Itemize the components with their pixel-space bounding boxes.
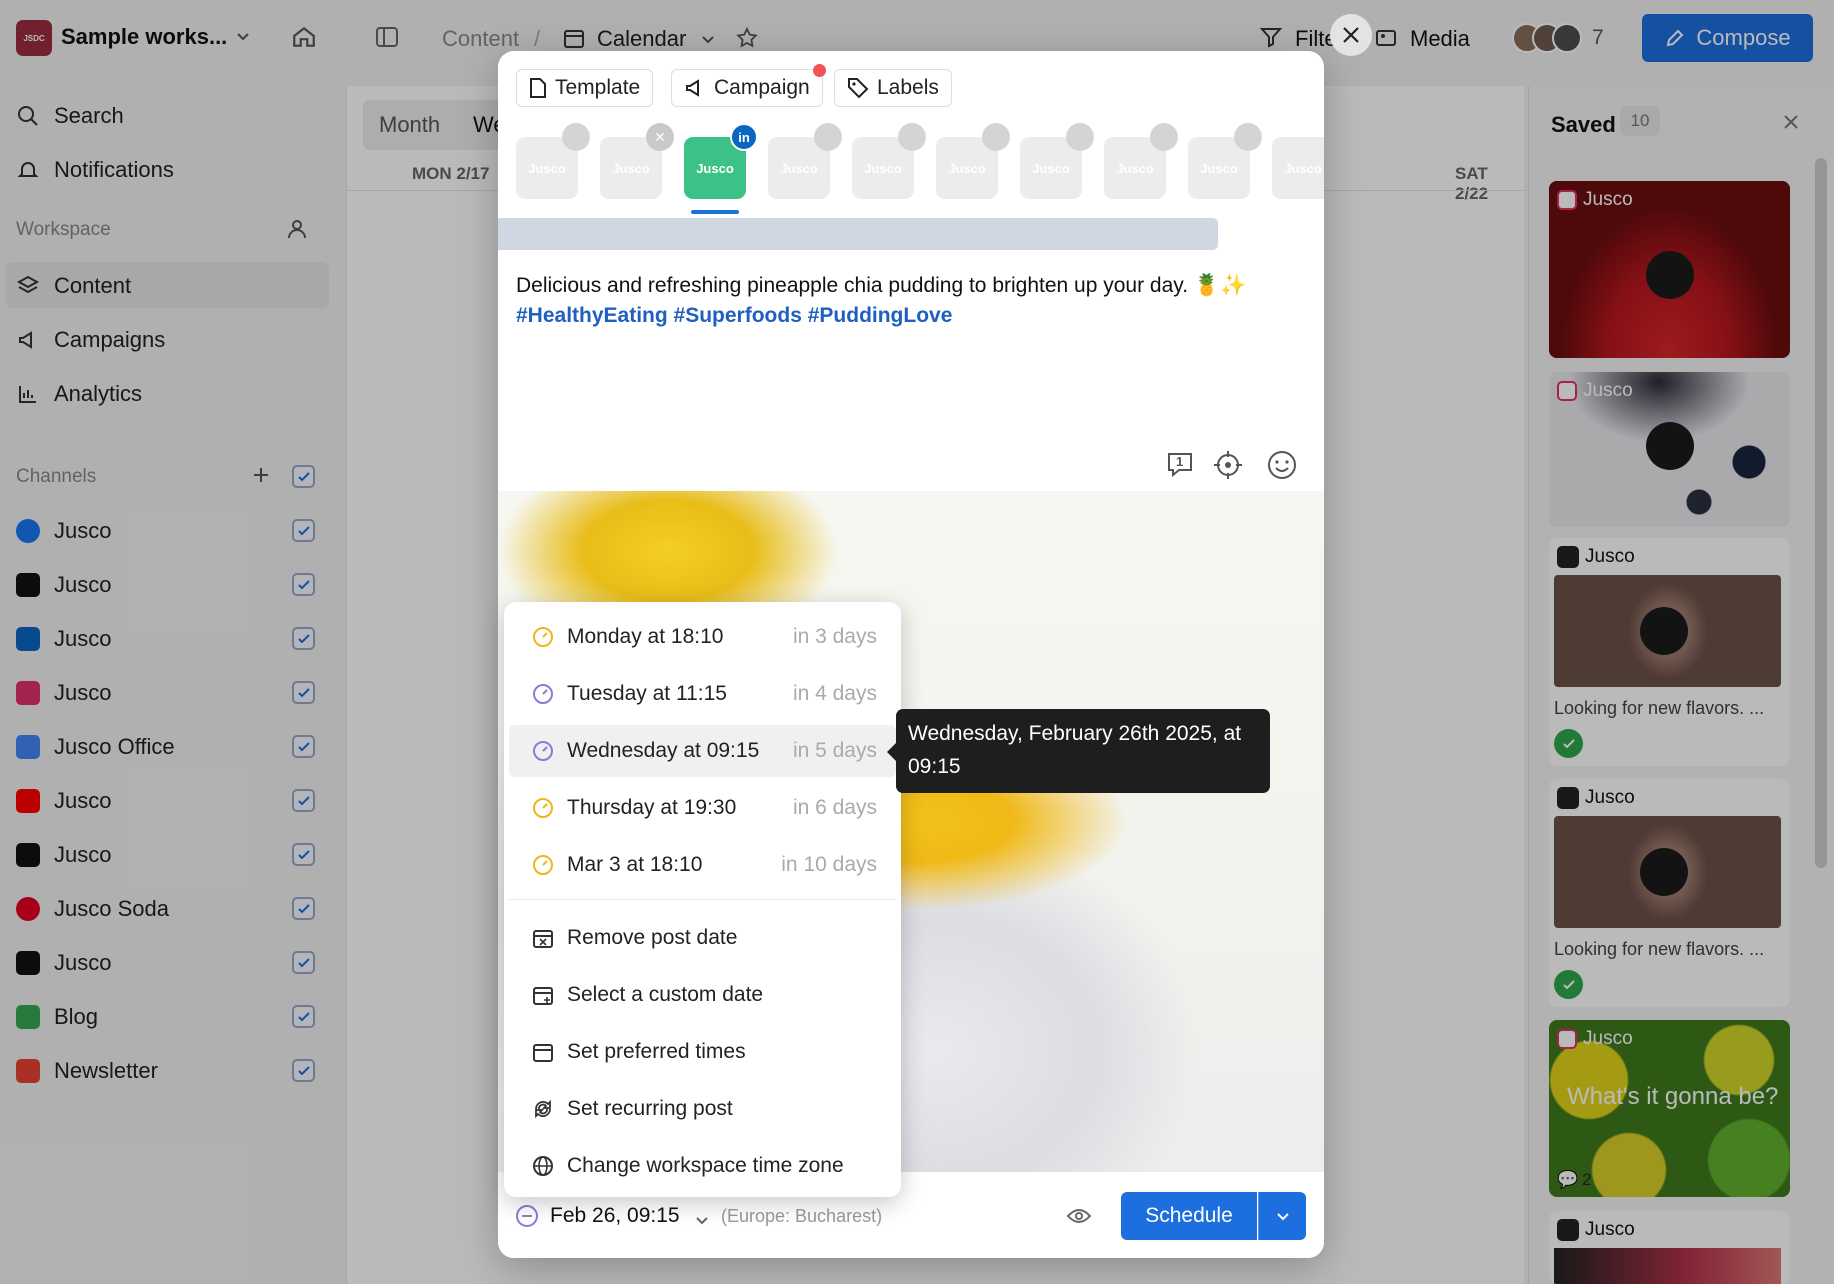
suggested-time-option[interactable]: Thursday at 19:30 in 6 days [509,782,896,834]
clock-icon [531,739,555,763]
youtube-icon [982,123,1010,151]
facebook-icon [562,123,590,151]
template-chip[interactable]: Template [516,69,654,107]
schedule-button[interactable]: Schedule [1121,1192,1257,1240]
date-action-label: Change workspace time zone [567,1154,844,1177]
date-action-option[interactable]: Set preferred times [509,1026,896,1078]
post-body: Delicious and refreshing pineapple chia … [516,274,1247,297]
globe-icon [531,1154,555,1178]
megaphone-icon [686,79,699,97]
comment-count: 1 [1176,454,1184,469]
date-action-option[interactable]: Set recurring post [509,1083,896,1135]
eye-icon[interactable] [1066,1206,1092,1232]
close-icon [1343,27,1359,43]
clock-icon [531,625,555,649]
target-icon[interactable] [1213,450,1243,486]
date-action-label: Set recurring post [567,1097,733,1120]
clock-icon [531,853,555,877]
menu-divider [509,899,896,900]
document-icon [530,78,546,98]
suggested-time-relative: in 3 days [792,625,877,648]
campaign-chip[interactable]: Campaign [671,69,823,107]
comment-icon[interactable]: 1 [1166,450,1194,478]
pinterest-icon [1150,123,1178,151]
suggested-time-option[interactable]: Mar 3 at 18:10 in 10 days [509,839,896,891]
scheduled-date[interactable]: Feb 26, 09:15 [550,1204,680,1228]
schedule-options-button[interactable] [1258,1192,1306,1240]
post-hashtags: #HealthyEating #Superfoods #PuddingLove [516,304,953,327]
date-action-label: Set preferred times [567,1040,746,1063]
date-action-label: Remove post date [567,926,738,949]
labels-chip[interactable]: Labels [834,69,952,107]
post-text[interactable]: Delicious and refreshing pineapple chia … [516,271,1306,331]
calendar-plus-icon [531,983,555,1007]
date-action-option[interactable]: Change workspace time zone [509,1140,896,1192]
instagram-icon [814,123,842,151]
suggested-time-label: Thursday at 19:30 [567,796,737,819]
clock-icon [515,1204,539,1234]
timezone-label: (Europe: Bucharest) [721,1206,883,1226]
google-business-icon [898,123,926,151]
suggested-time-label: Mar 3 at 18:10 [567,853,703,876]
clock-icon [531,682,555,706]
recurring-icon [531,1097,555,1121]
threads-icon [1234,123,1262,151]
clock-icon [531,796,555,820]
suggested-time-option[interactable]: Wednesday at 09:15 in 5 days [509,725,896,777]
calendar-icon [531,1040,555,1064]
emoji-icon[interactable] [1266,449,1298,487]
labels-label: Labels [877,76,939,99]
campaign-label: Campaign [714,76,810,99]
suggested-time-label: Monday at 18:10 [567,625,724,648]
suggested-time-relative: in 5 days [792,739,877,762]
calendar-remove-icon [531,926,555,950]
chevron-down-icon [1276,1213,1289,1221]
suggested-time-option[interactable]: Monday at 18:10 in 3 days [509,611,896,663]
suggested-time-relative: in 10 days [781,853,877,876]
date-tooltip: Wednesday, February 26th 2025, at 09:15 [887,709,1270,793]
close-modal-button[interactable] [1330,14,1372,56]
tiktok-icon [1066,123,1094,151]
preview-bar [498,218,1218,250]
chevron-down-icon[interactable] [695,1209,709,1233]
campaign-alert-dot [813,64,826,77]
selected-channel-indicator [691,210,739,214]
suggested-time-option[interactable]: Tuesday at 11:15 in 4 days [509,668,896,720]
template-label: Template [555,76,641,99]
suggested-time-relative: in 4 days [792,682,877,705]
suggested-time-label: Tuesday at 11:15 [567,682,727,705]
channel-avatar-blog[interactable]: Jusco [1272,137,1324,199]
linkedin-icon: in [730,123,758,151]
suggested-time-label: Wednesday at 09:15 [567,739,760,762]
date-action-option[interactable]: Remove post date [509,912,896,964]
date-dropdown-menu: Monday at 18:10 in 3 days Tuesday at 11:15… [504,602,901,1197]
date-action-option[interactable]: Select a custom date [509,969,896,1021]
suggested-time-relative: in 6 days [792,796,877,819]
tag-icon [848,78,869,99]
x-icon: ✕ [646,123,674,151]
date-action-label: Select a custom date [567,983,764,1006]
